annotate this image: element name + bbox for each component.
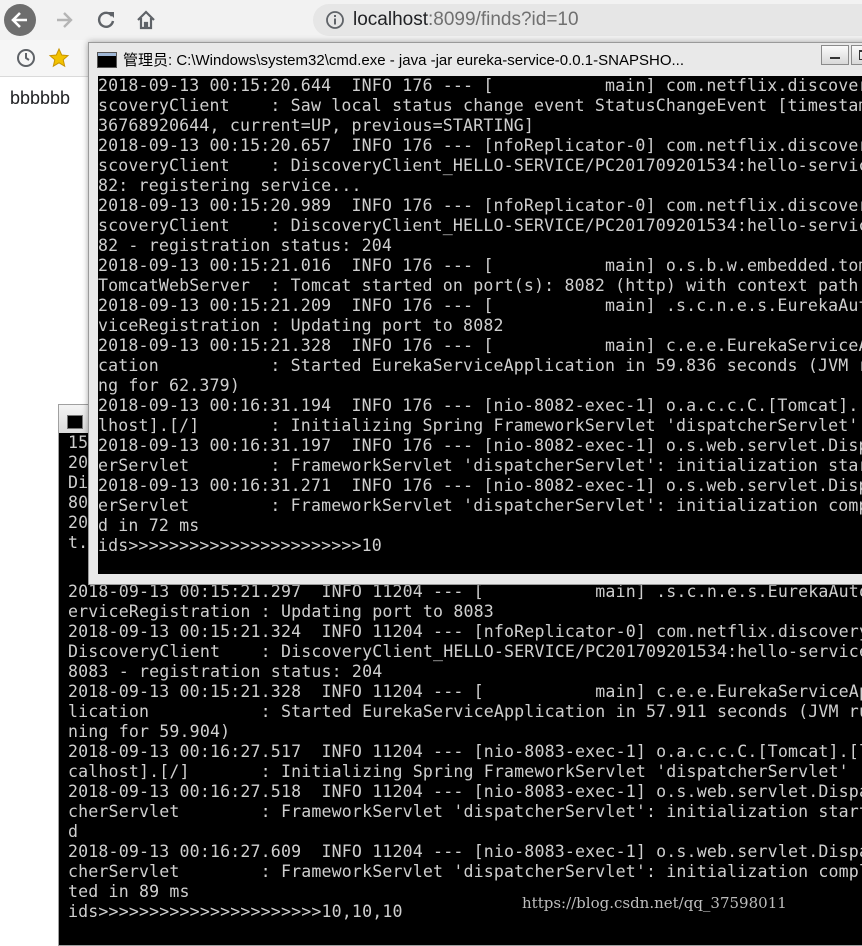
console-line: d xyxy=(68,822,79,841)
console-line: 2018-09-13 00:15:21.297 INFO 11204 --- [… xyxy=(68,582,862,601)
console-line: 2018-09-13 00:16:31.197 INFO 176 --- [ni… xyxy=(98,436,862,455)
console-line: d in 72 ms xyxy=(98,516,200,535)
console-line: cation : Started EurekaServiceApplicatio… xyxy=(98,356,862,375)
console-line: erServlet : FrameworkServlet 'dispatcher… xyxy=(98,496,862,515)
console-line: 2018-09-13 00:16:31.194 INFO 176 --- [ni… xyxy=(98,396,862,415)
cmd-icon xyxy=(67,415,83,429)
console-line: 2018-09-13 00:16:27.609 INFO 11204 --- [… xyxy=(68,842,862,861)
back-button[interactable] xyxy=(4,4,36,36)
forward-arrow-icon xyxy=(57,12,73,28)
console-line: 82: registering service... xyxy=(98,176,362,195)
cmd-icon xyxy=(97,51,117,68)
forward-button[interactable] xyxy=(48,4,80,36)
console-front-titlebar[interactable]: 管理员: C:\Windows\system32\cmd.exe - java … xyxy=(89,43,862,76)
info-icon[interactable] xyxy=(325,10,345,30)
console-line: ning for 59.904) xyxy=(68,722,231,741)
console-front-output: 2018-09-13 00:15:20.644 INFO 176 --- [ m… xyxy=(98,76,862,574)
browser-toolbar: localhost:8099/finds?id=10 xyxy=(0,0,862,40)
address-bar[interactable]: localhost:8099/finds?id=10 xyxy=(313,4,862,36)
console-line: 2018-09-13 00:15:20.657 INFO 176 --- [nf… xyxy=(98,136,862,155)
home-icon xyxy=(137,10,155,30)
console-line: 2018-09-13 00:15:20.989 INFO 176 --- [nf… xyxy=(98,196,862,215)
console-line: 2018-09-13 00:15:21.209 INFO 176 --- [ m… xyxy=(98,296,862,315)
minimize-button[interactable] xyxy=(821,45,849,65)
console-line: calhost].[/] : Initializing Spring Frame… xyxy=(68,762,849,781)
console-line: scoveryClient : DiscoveryClient_HELLO-SE… xyxy=(98,216,862,235)
console-window-front[interactable]: 管理员: C:\Windows\system32\cmd.exe - java … xyxy=(88,42,862,585)
console-line: 36768920644, current=UP, previous=STARTI… xyxy=(98,116,535,135)
back-arrow-icon xyxy=(11,12,27,28)
console-line: DiscoveryClient : DiscoveryClient_HELLO-… xyxy=(68,642,862,661)
console-line: 82 - registration status: 204 xyxy=(98,236,393,255)
watermark-text: https://blog.csdn.net/qq_37598011 xyxy=(522,894,787,912)
console-line: viceRegistration : Updating port to 8082 xyxy=(98,316,504,335)
console-line: lication : Started EurekaServiceApplicat… xyxy=(68,702,862,721)
console-line: 2018-09-13 00:15:21.324 INFO 11204 --- [… xyxy=(68,622,862,641)
console-line: scoveryClient : Saw local status change … xyxy=(98,96,862,115)
console-line: TomcatWebServer : Tomcat started on port… xyxy=(98,276,859,295)
console-line: lhost].[/] : Initializing Spring Framewo… xyxy=(98,416,859,435)
star-icon[interactable] xyxy=(48,47,70,69)
url-host: localhost xyxy=(353,9,428,30)
console-line: erviceRegistration : Updating port to 80… xyxy=(68,602,494,621)
console-line: 2018-09-13 00:16:27.518 INFO 11204 --- [… xyxy=(68,782,862,801)
console-line: 2018-09-13 00:15:21.328 INFO 176 --- [ m… xyxy=(98,336,862,355)
console-line: 2018-09-13 00:15:21.328 INFO 11204 --- [… xyxy=(68,682,862,701)
console-line: ids>>>>>>>>>>>>>>>>>>>>>>>10 xyxy=(98,536,382,555)
console-line: 2018-09-13 00:16:31.271 INFO 176 --- [ni… xyxy=(98,476,862,495)
console-title: 管理员: C:\Windows\system32\cmd.exe - java … xyxy=(123,52,684,69)
console-line: cherServlet : FrameworkServlet 'dispatch… xyxy=(68,862,862,881)
console-line: 8083 - registration status: 204 xyxy=(68,662,383,681)
console-line: ng for 62.379) xyxy=(98,376,240,395)
window-controls xyxy=(821,43,862,76)
console-line: 2018-09-13 00:16:27.517 INFO 11204 --- [… xyxy=(68,742,862,761)
url-text: localhost:8099/finds?id=10 xyxy=(353,9,579,31)
history-icon[interactable] xyxy=(15,47,37,69)
maximize-button[interactable] xyxy=(851,45,862,65)
console-line: 2018-09-13 00:15:20.644 INFO 176 --- [ m… xyxy=(98,76,862,95)
console-line: 2018-09-13 00:15:21.016 INFO 176 --- [ m… xyxy=(98,256,862,275)
url-path: :8099/finds?id=10 xyxy=(428,9,579,30)
console-line: scoveryClient : DiscoveryClient_HELLO-SE… xyxy=(98,156,862,175)
console-back-output: 2018-09-13 00:15:21.297 INFO 11204 --- [… xyxy=(68,582,862,945)
page-body-text: bbbbbb xyxy=(10,88,71,108)
console-line: cherServlet : FrameworkServlet 'dispatch… xyxy=(68,802,862,821)
home-button[interactable] xyxy=(130,4,162,36)
console-line: erServlet : FrameworkServlet 'dispatcher… xyxy=(98,456,862,475)
reload-button[interactable] xyxy=(90,4,122,36)
reload-icon xyxy=(97,11,115,28)
